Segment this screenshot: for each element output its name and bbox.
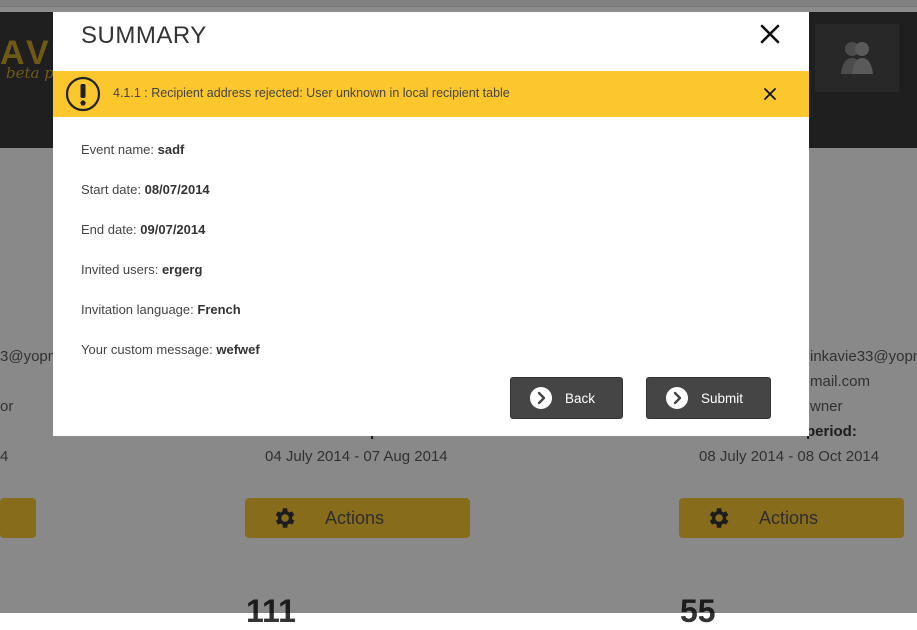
field-label: Start date: [81,182,145,197]
field-value: 08/07/2014 [144,182,210,197]
chevron-right-circle-icon [666,387,688,409]
field-start-date: Start date: 08/07/2014 [81,182,210,197]
field-end-date: End date: 09/07/2014 [81,222,205,237]
chevron-left-circle-icon [530,387,552,409]
back-button[interactable]: Back [510,377,623,419]
submit-button[interactable]: Submit [646,377,771,419]
field-custom-message: Your custom message: wefwef [81,342,260,357]
field-label: Invitation language: [81,302,198,317]
field-label: Invited users: [81,262,162,277]
field-value: 09/07/2014 [140,222,206,237]
field-invited-users: Invited users: ergerg [81,262,202,277]
modal-title: SUMMARY [81,22,207,49]
field-value: wefwef [216,342,260,357]
field-label: Event name: [81,142,158,157]
field-event-name: Event name: sadf [81,142,184,157]
field-label: Your custom message: [81,342,217,357]
summary-modal: SUMMARY 4.1.1 : Recipient address reject… [53,12,809,436]
field-label: End date: [81,222,141,237]
field-value: ergerg [161,262,203,277]
field-value: French [197,302,241,317]
error-alert: 4.1.1 : Recipient address rejected: User… [53,71,809,117]
field-value: sadf [157,142,185,157]
field-invitation-language: Invitation language: French [81,302,241,317]
alert-message: 4.1.1 : Recipient address rejected: User… [113,86,510,100]
submit-button-label: Submit [701,390,744,406]
alert-close-icon[interactable] [763,87,777,101]
back-button-label: Back [565,390,596,406]
warning-icon [65,76,101,112]
close-icon[interactable] [758,22,782,46]
